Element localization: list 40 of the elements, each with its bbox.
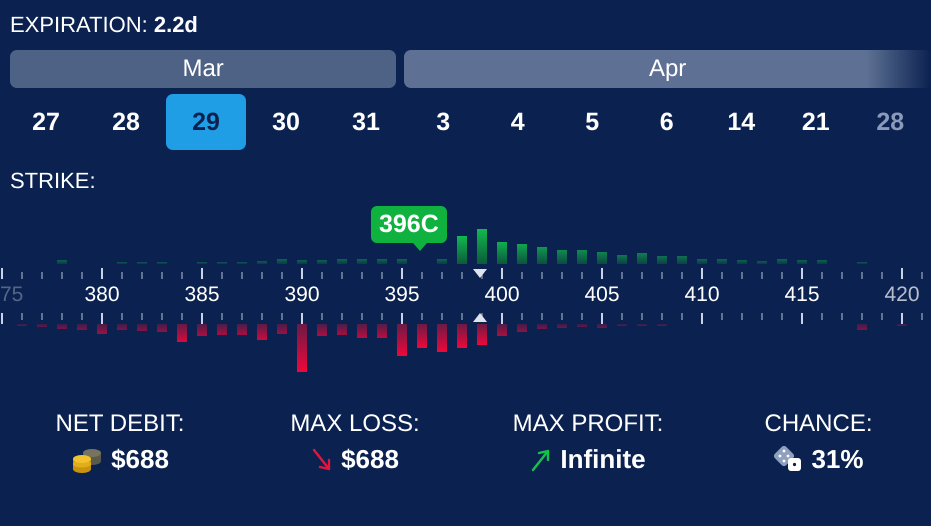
date-button[interactable]: 5 <box>555 94 630 150</box>
date-button[interactable]: 28 <box>853 94 928 150</box>
date-button[interactable]: 31 <box>326 94 406 150</box>
stat-label: MAX LOSS: <box>290 410 420 438</box>
date-button[interactable]: 14 <box>704 94 778 150</box>
date-button[interactable]: 27 <box>6 94 86 150</box>
strike-label: STRIKE: <box>10 168 96 194</box>
strike-label: 75 <box>0 283 24 306</box>
stat-value: 31% <box>811 444 864 475</box>
date-button[interactable]: 29 <box>166 94 246 150</box>
strike-label: 400 <box>484 283 520 306</box>
stat-label: MAX PROFIT: <box>512 410 664 438</box>
strike-label: 410 <box>684 283 720 306</box>
date-button[interactable]: 28 <box>86 94 166 150</box>
date-button[interactable]: 3 <box>406 94 480 150</box>
coins-icon <box>71 446 104 472</box>
strike-label: 415 <box>784 283 820 306</box>
date-button[interactable]: 21 <box>778 94 853 150</box>
date-button[interactable]: 6 <box>630 94 704 150</box>
strike-label: 395 <box>384 283 420 306</box>
tooltip-pointer-icon <box>412 243 427 251</box>
strike-label: 420 <box>884 283 920 306</box>
dice-icon <box>773 446 804 474</box>
month-tab[interactable]: Apr <box>404 50 931 88</box>
date-button[interactable]: 30 <box>246 94 326 150</box>
date-button[interactable]: 4 <box>480 94 555 150</box>
stat-value: $688 <box>341 444 399 475</box>
strike-label: 405 <box>584 283 620 306</box>
stat-value: Infinite <box>560 444 646 475</box>
strike-label: 390 <box>284 283 320 306</box>
month-tab[interactable]: Mar <box>10 50 396 88</box>
stat-value: $688 <box>111 444 169 475</box>
stat-label: CHANCE: <box>764 410 872 438</box>
up-triangle-icon <box>473 313 487 322</box>
down-triangle-icon <box>473 269 487 278</box>
expiration-label: EXPIRATION: 2.2d <box>10 12 198 38</box>
strike-label: 385 <box>184 283 220 306</box>
strike-tooltip: 396C <box>371 206 447 243</box>
stat-label: NET DEBIT: <box>56 410 184 438</box>
strike-label: 380 <box>84 283 120 306</box>
